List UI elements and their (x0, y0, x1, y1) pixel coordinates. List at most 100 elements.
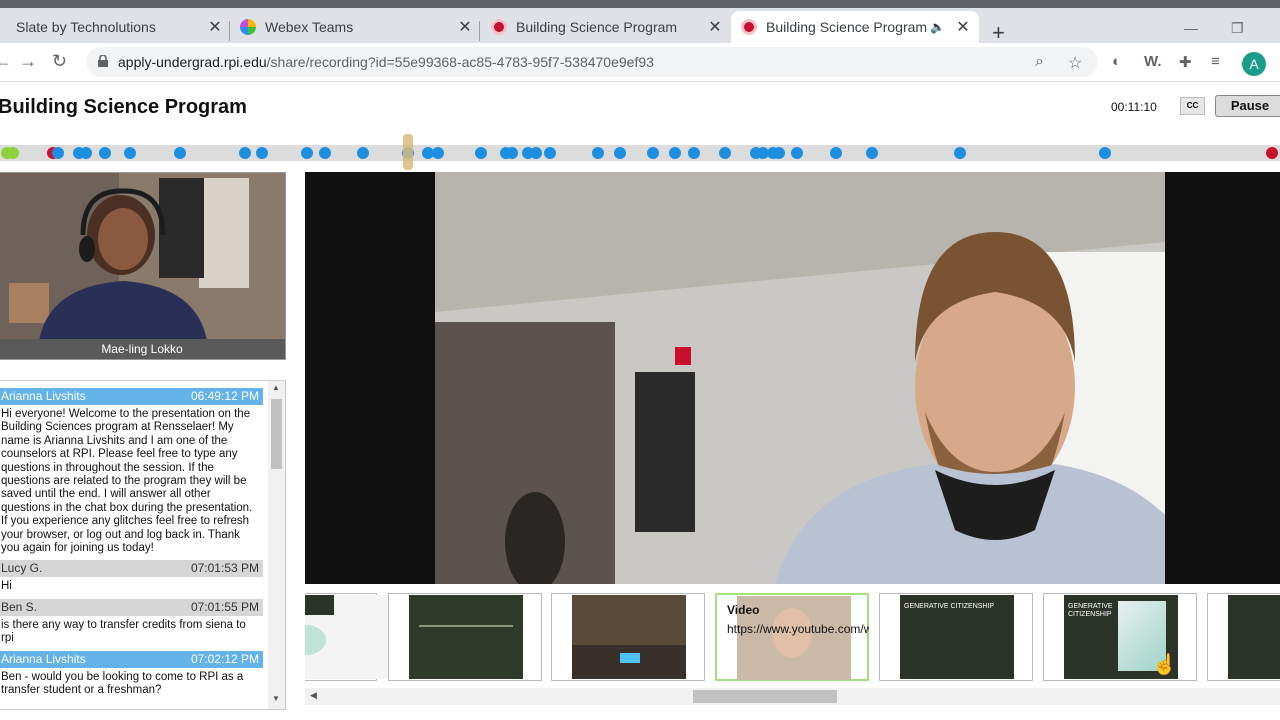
timeline-marker[interactable] (80, 147, 92, 159)
bookmark-star-icon[interactable]: ☆ (1068, 53, 1082, 73)
timeline-marker[interactable] (544, 147, 556, 159)
timeline-marker[interactable] (506, 147, 518, 159)
slide-video-url[interactable]: https://www.youtube.com/wa (727, 622, 869, 636)
page-title: Building Science Program (0, 96, 247, 118)
video-content (435, 172, 1165, 584)
profile-avatar[interactable]: A (1242, 52, 1266, 76)
message-header: Arianna Livshits 06:49:12 PM (0, 388, 263, 405)
timeline-marker[interactable] (614, 147, 626, 159)
tab-title: Webex Teams (265, 19, 354, 35)
slide-strip-scroll-thumb[interactable] (693, 690, 837, 703)
timeline-marker[interactable] (256, 147, 268, 159)
slide-title: GENERATIVE CITIZENSHIP (1068, 603, 1113, 618)
chat-scrollbar[interactable]: ▲ ▼ (268, 381, 285, 709)
tab-building-science-2[interactable]: Building Science Program 🔈 ✕ (731, 11, 979, 43)
close-icon[interactable]: ✕ (205, 17, 225, 37)
timeline-marker[interactable] (124, 147, 136, 159)
timeline-marker[interactable] (688, 147, 700, 159)
slide-graphic (305, 595, 334, 615)
timeline-marker[interactable] (773, 147, 785, 159)
timeline-marker[interactable] (791, 147, 803, 159)
scroll-left-icon[interactable]: ◀ (310, 690, 317, 701)
extension-circle-icon[interactable]: ◐ (1112, 53, 1121, 70)
timeline-marker[interactable] (719, 147, 731, 159)
tab-separator (479, 21, 480, 41)
message-sender: Ben S. (1, 599, 38, 614)
slide-thumbnail[interactable]: GENERATIVE CITIZENSHIP ☝ (1043, 593, 1197, 681)
slide-video-label: Video (727, 603, 760, 617)
timeline-track[interactable] (0, 145, 1280, 161)
timeline-marker[interactable] (432, 147, 444, 159)
scroll-down-icon[interactable]: ▼ (272, 694, 280, 703)
timeline-marker[interactable] (475, 147, 487, 159)
timeline-marker[interactable] (99, 147, 111, 159)
forward-icon[interactable]: → (19, 51, 37, 72)
timeline-marker[interactable] (319, 147, 331, 159)
close-icon[interactable]: ✕ (455, 17, 475, 37)
rpi-icon (491, 19, 507, 35)
timeline-marker[interactable] (669, 147, 681, 159)
speaker-icon[interactable]: 🔈 (930, 20, 945, 34)
reload-icon[interactable]: ↻ (52, 51, 67, 72)
close-icon[interactable]: ✕ (953, 17, 973, 37)
tab-separator (229, 21, 230, 41)
zoom-icon[interactable]: ⌕ (1035, 53, 1044, 71)
timeline-marker[interactable] (7, 147, 19, 159)
timeline-marker[interactable] (647, 147, 659, 159)
playback-time: 00:11:10 (1111, 100, 1157, 114)
minimize-icon[interactable]: — (1184, 20, 1198, 36)
timeline-marker[interactable] (830, 147, 842, 159)
close-icon[interactable]: ✕ (705, 17, 725, 37)
slide-thumbnail[interactable] (388, 593, 542, 681)
timeline-marker[interactable] (1266, 147, 1278, 159)
chat-messages: Arianna Livshits 06:49:12 PM Hi everyone… (0, 388, 263, 703)
address-bar[interactable]: apply-undergrad.rpi.edu/share/recording?… (86, 47, 1098, 77)
pause-button[interactable]: Pause (1215, 95, 1280, 117)
chat-message: Lucy G. 07:01:53 PM Hi (0, 560, 263, 598)
slide-thumbnail-video[interactable]: Video https://www.youtube.com/wa (715, 593, 869, 681)
timeline-marker[interactable] (530, 147, 542, 159)
slide-thumbnail[interactable] (551, 593, 705, 681)
message-text: Ben - would you be looking to come to RP… (1, 670, 244, 697)
slide-thumbnail[interactable]: GENERATIVE CITIZENSHIP (879, 593, 1033, 681)
message-sender: Arianna Livshits (1, 651, 86, 666)
timeline-marker[interactable] (592, 147, 604, 159)
slide-image (305, 595, 398, 679)
timeline-marker[interactable] (239, 147, 251, 159)
timeline-playhead[interactable] (403, 134, 413, 170)
timeline-marker[interactable] (1099, 147, 1111, 159)
slide-thumbnail[interactable] (305, 593, 398, 681)
message-header: Lucy G. 07:01:53 PM (0, 560, 263, 578)
scroll-up-icon[interactable]: ▲ (272, 383, 280, 392)
slide-graphic (419, 625, 513, 627)
window-frame (0, 0, 1280, 8)
timeline-marker[interactable] (954, 147, 966, 159)
timeline-marker[interactable] (866, 147, 878, 159)
extensions-puzzle-icon[interactable]: ✚ (1179, 53, 1192, 71)
url-text: apply-undergrad.rpi.edu/share/recording?… (118, 54, 654, 70)
chat-scroll-thumb[interactable] (271, 399, 282, 469)
chat-panel: Arianna Livshits 06:49:12 PM Hi everyone… (0, 380, 286, 710)
restore-icon[interactable]: ❐ (1231, 20, 1244, 37)
slide-image (409, 595, 523, 679)
timeline-marker[interactable] (301, 147, 313, 159)
extension-w-icon[interactable]: W. (1144, 53, 1162, 70)
timeline-marker[interactable] (174, 147, 186, 159)
timeline-marker[interactable] (357, 147, 369, 159)
closed-captions-button[interactable]: CC (1180, 97, 1205, 115)
url-domain: apply-undergrad.rpi.edu (118, 54, 267, 70)
tab-strip: Slate by Technolutions ✕ Webex Teams ✕ B… (0, 8, 1280, 45)
slide-title: GENERATIVE CITIZENSHIP (904, 603, 995, 610)
tab-webex[interactable]: Webex Teams ✕ (240, 11, 475, 43)
media-control-icon[interactable]: ≡ (1211, 53, 1220, 70)
back-icon[interactable]: ← (0, 51, 12, 72)
slide-thumbnail[interactable] (1207, 593, 1280, 681)
tab-building-science-1[interactable]: Building Science Program ✕ (491, 11, 725, 43)
webex-icon (240, 19, 256, 35)
slide-strip-scrollbar[interactable]: ◀ (305, 688, 1280, 705)
presenter-name: Mae-ling Lokko (0, 339, 285, 359)
timeline-marker[interactable] (52, 147, 64, 159)
tab-slate[interactable]: Slate by Technolutions ✕ (0, 11, 225, 43)
main-video[interactable] (305, 172, 1280, 584)
message-sender: Lucy G. (1, 561, 43, 576)
